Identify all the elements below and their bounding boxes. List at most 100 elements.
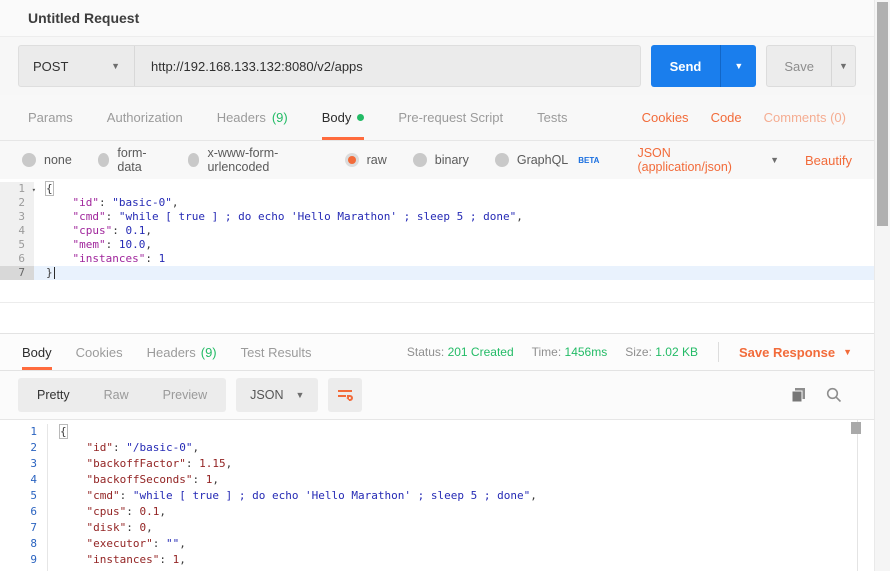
request-body-editor[interactable]: 1▾{2 "id": "basic-0",3 "cmd": "while [ t… [0,179,874,280]
copy-icon[interactable] [791,387,806,403]
wrap-text-button[interactable] [328,378,362,412]
code-line[interactable]: 2 "id": "basic-0", [0,196,874,210]
request-links: Cookies Code Comments (0) [642,110,846,125]
editor-spacer [0,280,874,302]
save-response-label: Save Response [739,345,835,360]
page-scrollbar-thumb[interactable] [877,2,888,226]
send-button[interactable]: Send [651,45,721,87]
content-type-dropdown[interactable]: JSON (application/json) ▼ [637,146,779,174]
view-raw[interactable]: Raw [87,388,146,402]
size-label: Size: [625,345,652,359]
fold-caret-icon[interactable]: ▾ [32,183,36,197]
code-link[interactable]: Code [711,110,742,125]
body-type-binary[interactable]: binary [413,153,469,167]
code-line[interactable]: 3 "backoffFactor": 1.15, [0,456,874,472]
body-type-x-www-form-urlencoded[interactable]: x-www-form-urlencoded [188,146,319,174]
code-line[interactable]: 3 "cmd": "while [ true ] ; do echo 'Hell… [0,210,874,224]
url-text: http://192.168.133.132:8080/v2/apps [151,59,363,74]
chevron-down-icon: ▼ [734,61,743,71]
code-line[interactable]: 9 "instances": 1, [0,552,874,568]
search-icon[interactable] [826,387,842,403]
tab-body[interactable]: Body [322,95,365,140]
view-pretty[interactable]: Pretty [20,388,87,402]
code-text: "id": "/basic-0", [48,440,199,456]
tab-count-badge: (9) [272,110,288,125]
code-line[interactable]: 5 "mem": 10.0, [0,238,874,252]
code-line[interactable]: 5 "cmd": "while [ true ] ; do echo 'Hell… [0,488,874,504]
tab-authorization[interactable]: Authorization [107,95,183,140]
tab-tests[interactable]: Tests [537,95,567,140]
radio-icon [188,153,200,167]
tab-label: Authorization [107,110,183,125]
code-text: "cpus": 0.1, [48,504,166,520]
size-value: 1.02 KB [655,345,698,359]
line-number: 6 [0,504,48,520]
radio-icon [495,153,509,167]
code-text: "id": "basic-0", [34,196,178,210]
tab-label: Body [22,345,52,360]
line-number: 7 [0,520,48,536]
code-text: "backoffSeconds": 1, [48,472,219,488]
code-text: "backoffFactor": 1.15, [48,456,232,472]
divider [718,342,719,362]
response-scrollbar-thumb[interactable] [851,422,861,434]
body-set-dot-icon [357,114,364,121]
tab-pre-request-script[interactable]: Pre-request Script [398,95,503,140]
code-line[interactable]: 1▾{ [0,182,874,196]
code-line[interactable]: 7} [0,266,874,280]
code-line[interactable]: 7 "disk": 0, [0,520,874,536]
body-type-row: none form-data x-www-form-urlencoded raw bin… [0,141,874,179]
request-url-bar: POST ▼ http://192.168.133.132:8080/v2/ap… [0,37,874,95]
code-text: "cpus": 0.1, [34,224,152,238]
chevron-down-icon: ▼ [770,155,779,165]
cookies-link[interactable]: Cookies [642,110,689,125]
line-number: 3 [0,210,34,224]
radio-icon [413,153,427,167]
line-number: 5 [0,238,34,252]
body-type-graphql[interactable]: GraphQLBETA [495,153,600,167]
tab-params[interactable]: Params [28,95,73,140]
code-text: "instances": 1 [34,252,165,266]
response-tab-cookies[interactable]: Cookies [76,334,123,370]
code-line[interactable]: 6 "cpus": 0.1, [0,504,874,520]
radio-icon [98,153,110,167]
send-options-button[interactable]: ▼ [720,45,756,87]
code-text: "instances": 1, [48,552,186,568]
code-line[interactable]: 2 "id": "/basic-0", [0,440,874,456]
chevron-down-icon: ▼ [295,390,304,400]
view-preview[interactable]: Preview [146,388,224,402]
page-scrollbar[interactable] [874,0,890,571]
save-response-button[interactable]: Save Response ▼ [739,345,852,360]
save-button[interactable]: Save [767,46,831,86]
request-tabs-row: Params Authorization Headers(9) Body Pre-req… [0,95,874,141]
size-badge: Size: 1.02 KB [625,345,698,359]
response-tab-body[interactable]: Body [22,334,52,370]
body-type-options: none form-data x-www-form-urlencoded raw bin… [22,146,599,174]
body-type-raw[interactable]: raw [345,153,387,167]
body-type-form-data[interactable]: form-data [98,146,162,174]
tab-headers[interactable]: Headers(9) [217,95,288,140]
response-format-dropdown[interactable]: JSON ▼ [236,378,318,412]
response-tab-test-results[interactable]: Test Results [241,334,312,370]
body-type-none[interactable]: none [22,153,72,167]
line-number: 7 [0,266,34,280]
code-line[interactable]: 4 "backoffSeconds": 1, [0,472,874,488]
save-options-button[interactable]: ▼ [831,46,855,86]
url-input[interactable]: http://192.168.133.132:8080/v2/apps [135,46,640,86]
code-line[interactable]: 1{ [0,424,874,440]
url-group: POST ▼ http://192.168.133.132:8080/v2/ap… [18,45,641,87]
comments-link[interactable]: Comments (0) [764,110,846,125]
beautify-link[interactable]: Beautify [805,153,852,168]
response-body-viewer[interactable]: 1{2 "id": "/basic-0",3 "backoffFactor": … [0,419,874,571]
tab-label: Pre-request Script [398,110,503,125]
code-line[interactable]: 8 "executor": "", [0,536,874,552]
method-dropdown[interactable]: POST ▼ [19,46,135,86]
view-switcher: PrettyRawPreview [18,378,226,412]
radio-icon [345,153,359,167]
code-line[interactable]: 6 "instances": 1 [0,252,874,266]
response-tab-headers[interactable]: Headers(9) [147,334,217,370]
code-line[interactable]: 4 "cpus": 0.1, [0,224,874,238]
code-text: { [48,424,67,440]
chevron-down-icon: ▼ [839,61,848,71]
status-value: 201 Created [448,345,514,359]
